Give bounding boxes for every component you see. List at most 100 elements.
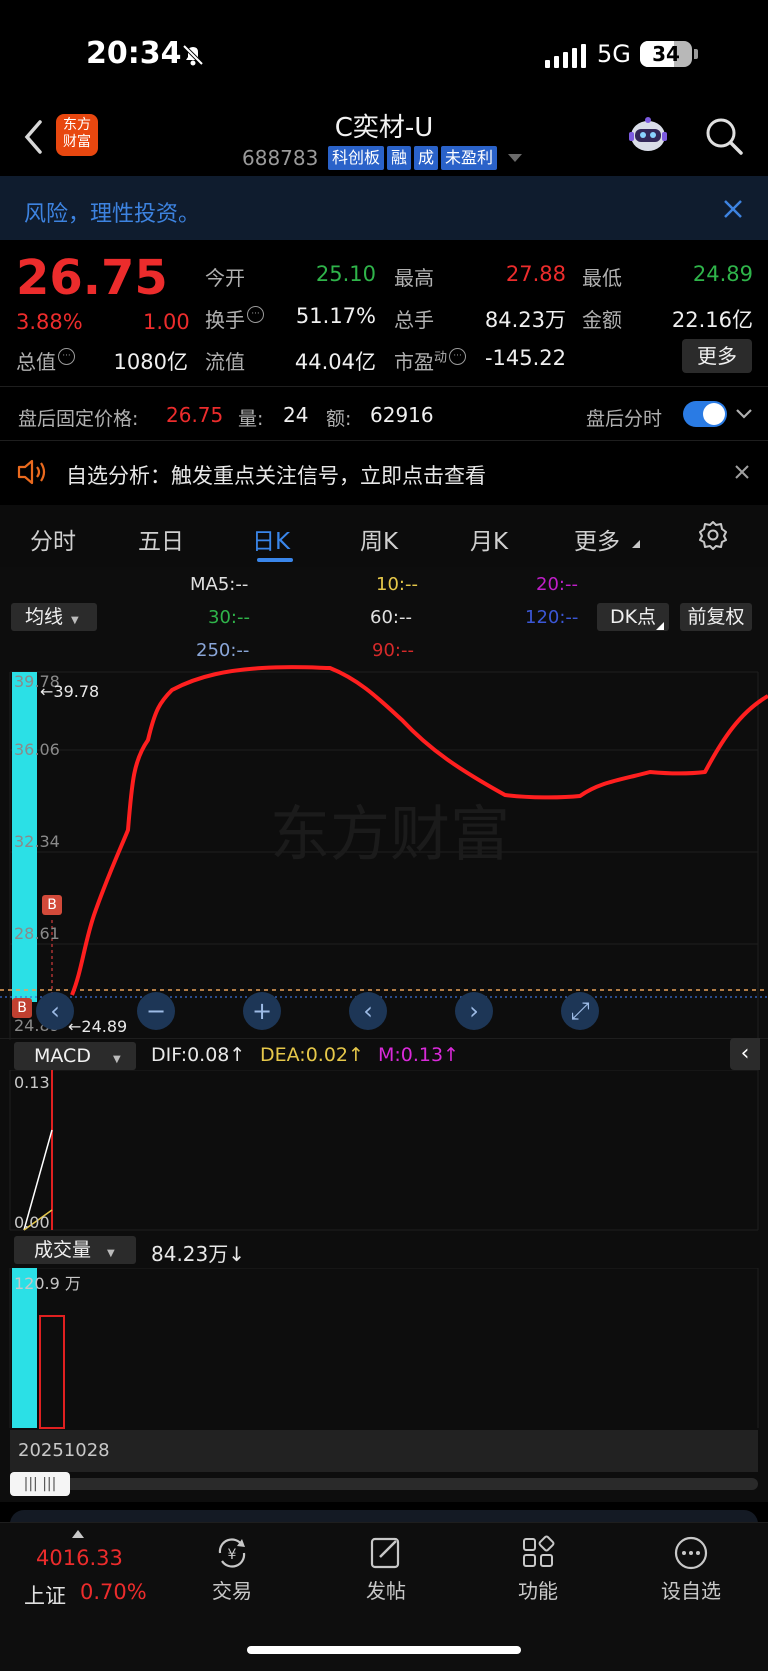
svg-text:¥: ¥ xyxy=(228,1547,237,1563)
high-label: 最高 xyxy=(394,266,434,290)
zoom-in-button[interactable]: + xyxy=(243,992,281,1030)
chevron-down-icon[interactable] xyxy=(735,408,753,420)
ma30-label: 30:-- xyxy=(208,607,250,628)
scroll-left-button[interactable]: ‹ xyxy=(36,992,74,1030)
ma250-label: 250:-- xyxy=(196,640,250,661)
more-button[interactable]: 更多 xyxy=(682,339,752,373)
adjust-button[interactable]: 前复权 xyxy=(680,603,752,631)
battery-level: 34 xyxy=(652,42,680,66)
more-dots-icon xyxy=(674,1536,708,1570)
mktcap-label: 总值 ··· xyxy=(16,346,75,375)
min-price-marker: ←24.89 xyxy=(68,1017,128,1036)
bell-muted-icon xyxy=(182,44,204,66)
after-hours-price-label: 盘后固定价格: xyxy=(18,408,139,430)
macd-dropdown[interactable]: MACD ▼ xyxy=(14,1042,136,1070)
avg-line-dropdown[interactable]: 均线 ▼ xyxy=(11,603,97,631)
open-label: 今开 xyxy=(205,266,245,290)
nav-functions[interactable]: 功能 xyxy=(488,1535,588,1604)
stock-code: 688783 xyxy=(242,146,319,170)
after-hours-qty: 24 xyxy=(283,403,309,427)
next-button[interactable]: › xyxy=(455,992,493,1030)
prev-button[interactable]: ‹ xyxy=(349,992,387,1030)
nav-trade-label: 交易 xyxy=(212,1579,252,1603)
index-value[interactable]: 4016.33 xyxy=(36,1546,123,1570)
volume-panel-value: 84.23万↓ xyxy=(151,1242,246,1266)
tag-component: 成 xyxy=(414,146,439,170)
y-axis-label: 36.06 xyxy=(14,740,60,759)
tab-weekly-k[interactable]: 周K xyxy=(360,522,398,556)
speaker-icon xyxy=(17,459,46,485)
turnover-value: 51.17% xyxy=(295,304,376,328)
macd-chart xyxy=(9,1070,759,1231)
turnover-label: 换手 ··· xyxy=(205,304,264,333)
ma120-label: 120:-- xyxy=(525,607,579,628)
index-name[interactable]: 上证 xyxy=(24,1580,66,1610)
tag-unprofitable: 未盈利 xyxy=(441,146,498,170)
max-price-marker: ←39.78 xyxy=(40,682,100,701)
close-icon[interactable] xyxy=(723,199,743,219)
nav-add-watchlist[interactable]: 设自选 xyxy=(641,1535,741,1604)
search-icon[interactable] xyxy=(704,116,744,156)
tab-intraday[interactable]: 分时 xyxy=(30,522,76,556)
banner-text: 风险，理性投资。 xyxy=(24,202,201,227)
after-hours-qty-label: 量: xyxy=(238,408,264,430)
volume-chart xyxy=(9,1268,759,1429)
macd-dea: DEA:0.02↑ xyxy=(260,1044,364,1066)
ma10-label: 10:-- xyxy=(376,574,418,595)
fullscreen-button[interactable]: ⤢ xyxy=(561,992,599,1030)
after-hours-amt: 62916 xyxy=(370,403,434,427)
nav-functions-label: 功能 xyxy=(518,1579,558,1603)
info-icon: ··· xyxy=(247,306,264,323)
y-axis-label: 32.34 xyxy=(14,832,60,851)
pe-label: 市盈动 ··· xyxy=(394,346,467,375)
scrollbar-handle[interactable]: ||| ||| xyxy=(10,1472,70,1496)
tab-five-day[interactable]: 五日 xyxy=(138,522,184,556)
ma20-label: 20:-- xyxy=(536,574,578,595)
close-icon[interactable] xyxy=(734,464,750,480)
caret-down-icon[interactable] xyxy=(508,154,522,162)
current-price: 26.75 xyxy=(16,250,168,306)
caret-up-icon xyxy=(72,1530,84,1538)
low-label: 最低 xyxy=(582,266,622,290)
signal-icon xyxy=(545,44,586,68)
volume-label: 总手 xyxy=(394,308,434,332)
info-icon: ··· xyxy=(449,348,467,365)
network-label: 5G xyxy=(597,40,631,68)
edit-icon xyxy=(370,1537,400,1569)
collapse-panel-button[interactable]: ‹ xyxy=(730,1038,760,1070)
zoom-out-button[interactable]: − xyxy=(137,992,175,1030)
gear-icon[interactable] xyxy=(698,520,728,550)
robot-assistant-icon[interactable] xyxy=(626,116,670,156)
volume-bar xyxy=(39,1315,65,1429)
amount-value: 22.16亿 xyxy=(671,308,753,332)
tag-margin: 融 xyxy=(387,146,412,170)
ma60-label: 60:-- xyxy=(370,607,412,628)
battery-icon: 34 xyxy=(640,41,692,67)
volume-dropdown[interactable]: 成交量 ▼ xyxy=(14,1236,136,1264)
buy-signal-marker[interactable]: B xyxy=(12,998,32,1018)
nav-trade[interactable]: ¥ 交易 xyxy=(182,1535,282,1604)
after-hours-toggle-label: 盘后分时 xyxy=(586,408,663,430)
after-hours-toggle[interactable] xyxy=(683,401,727,427)
tab-more[interactable]: 更多 xyxy=(574,522,620,556)
notice-text[interactable]: 自选分析：触发重点关注信号，立即点击查看 xyxy=(66,460,486,490)
grid-icon xyxy=(523,1535,555,1567)
low-value: 24.89 xyxy=(692,262,753,286)
tab-daily-k[interactable]: 日K xyxy=(252,522,290,556)
tab-monthly-k[interactable]: 月K xyxy=(470,522,508,556)
ma5-label: MA5:-- xyxy=(190,574,249,595)
nav-add-watchlist-label: 设自选 xyxy=(661,1579,721,1603)
volume-value: 84.23万 xyxy=(484,308,566,332)
float-label: 流值 xyxy=(205,350,245,374)
index-change[interactable]: 0.70% xyxy=(80,1580,147,1604)
info-icon: ··· xyxy=(58,348,75,365)
nav-post[interactable]: 发帖 xyxy=(336,1535,436,1604)
open-value: 25.10 xyxy=(315,262,376,286)
range-scrollbar[interactable] xyxy=(10,1478,758,1490)
status-time: 20:34 xyxy=(86,36,182,71)
caret-icon xyxy=(656,622,664,630)
yen-cycle-icon: ¥ xyxy=(218,1538,246,1568)
buy-signal-marker[interactable]: B xyxy=(42,895,62,915)
home-indicator xyxy=(247,1646,521,1654)
kline-chart[interactable]: 东方财富 xyxy=(0,660,768,1040)
